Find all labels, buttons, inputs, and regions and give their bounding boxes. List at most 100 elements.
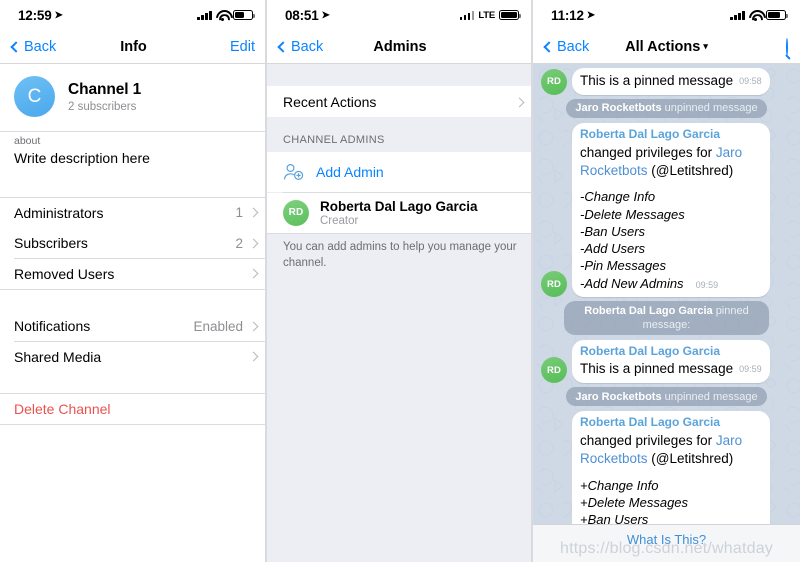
message-author: Roberta Dal Lago Garcia [580,127,721,142]
channel-subscribers: 2 subscribers [68,100,137,113]
section-header-channel-admins: CHANNEL ADMINS [283,134,385,146]
chat-body[interactable]: RD This is a pinned message 09:58 Jaro Ro… [533,64,800,562]
recent-actions-row[interactable]: Recent Actions [267,86,533,117]
service-message-row: Jaro Rocketbots unpinned message [541,98,792,119]
what-is-this-button[interactable]: What Is This? [627,532,706,547]
message-time: 09:59 [695,279,719,290]
about-section[interactable]: about Write description here [0,132,267,176]
signal-bars-icon [459,10,475,20]
avatar: RD [541,271,567,298]
privilege-prefix: changed privileges for [580,144,716,160]
service-action: unpinned message [664,102,758,115]
admin-list-item[interactable]: RD Roberta Dal Lago Garcia Creator [267,192,533,233]
service-message[interactable]: Roberta Dal Lago Garcia pinned message: [564,301,769,335]
row-label: Shared Media [14,348,102,365]
avatar: RD [541,357,567,384]
status-time: 11:12 ➤ [551,8,595,23]
chevron-down-icon: ▾ [703,40,708,51]
what-is-this-bar: What Is This? [533,524,800,562]
privilege-item: -Ban Users [580,223,646,239]
admin-name: Roberta Dal Lago Garcia [320,198,478,214]
back-label: Back [24,38,57,55]
message-text: This is a pinned message 09:58 [580,72,762,90]
privilege-item-last: -Add New Admins 09:59 [580,275,762,292]
section-gap [0,372,267,394]
message-bubble[interactable]: This is a pinned message 09:58 [572,68,770,95]
channel-name: Channel 1 [68,80,142,98]
channel-profile[interactable]: C Channel 1 2 subscribers [0,64,267,131]
privilege-handle: (@Letitshred) [647,450,734,466]
row-shared-media[interactable]: Shared Media [0,341,267,372]
signal-bars-icon [730,10,745,20]
location-arrow-icon: ➤ [586,9,595,21]
recent-actions-label: Recent Actions [283,93,377,110]
signal-bars-icon [197,10,212,20]
chat-message[interactable]: RD Roberta Dal Lago Garcia changed privi… [541,123,792,298]
privilege-item: -Change Info [580,189,656,205]
wifi-icon [216,10,229,21]
row-label: Notifications [14,318,91,335]
chevron-right-icon [248,321,259,332]
chat-message[interactable]: RD Roberta Dal Lago Garcia This is a pin… [541,339,792,384]
info-body: C Channel 1 2 subscribers about Write de… [0,64,267,562]
row-administrators[interactable]: Administrators 1 [0,197,267,228]
edit-button[interactable]: Edit [230,39,255,55]
message-time: 09:59 [739,364,762,375]
service-message-row: Jaro Rocketbots unpinned message [541,387,792,407]
chat-message[interactable]: RD This is a pinned message 09:58 [541,68,792,95]
chevron-left-icon [277,40,289,53]
row-subscribers[interactable]: Subscribers 2 [0,228,267,259]
section-gap [0,289,267,311]
row-right [243,351,259,362]
service-message[interactable]: Jaro Rocketbots unpinned message [566,387,767,407]
avatar: RD [283,199,309,226]
about-value: Write description here [14,149,150,166]
chevron-right-icon [514,97,525,107]
status-indicators [197,10,255,21]
service-message[interactable]: Jaro Rocketbots unpinned message [566,98,767,119]
privilege-prefix: changed privileges for [580,432,716,448]
add-person-icon [283,163,305,181]
search-button[interactable] [786,37,788,56]
all-actions-label: All Actions [625,38,701,55]
divider [0,423,267,425]
back-button-info[interactable]: Back [10,38,57,55]
network-type-label: LTE [478,9,495,21]
privilege-item: -Add New Admins [580,275,684,291]
admin-role: Creator [320,214,359,227]
nav-bar-admins: Back Admins [267,30,533,64]
message-time: 09:58 [739,76,762,86]
chevron-left-icon [10,40,22,53]
search-icon [786,37,788,56]
status-time: 12:59 ➤ [18,8,63,23]
back-button-admins[interactable]: Back [277,39,323,55]
delete-channel-button[interactable]: Delete Channel [0,393,267,424]
message-bubble[interactable]: Roberta Dal Lago Garcia This is a pinned… [572,339,770,384]
message-body: This is a pinned message [580,73,734,88]
chevron-right-icon [248,238,259,249]
service-action: unpinned message [664,390,758,403]
add-admin-row[interactable]: Add Admin [267,152,533,192]
row-notifications[interactable]: Notifications Enabled [0,311,267,342]
battery-icon [499,10,521,20]
three-phone-screenshots: 12:59 ➤ Back Info Edit C Channel 1 2 sub… [0,0,800,562]
status-time-label: 08:51 [285,7,319,23]
status-time-label: 11:12 [551,7,584,23]
service-actor: Jaro Rocketbots [575,102,662,115]
location-arrow-icon: ➤ [54,9,63,21]
admin-text: Roberta Dal Lago Garcia Creator [320,199,478,227]
row-label: Administrators [14,204,104,221]
back-button-chat[interactable]: Back [543,39,589,55]
privilege-item: -Delete Messages [580,206,685,222]
privilege-item: -Add Users [580,241,646,257]
battery-icon [233,10,255,20]
status-indicators: LTE [459,9,521,21]
delete-channel-label: Delete Channel [14,400,111,417]
row-right: 2 [235,236,259,251]
row-removed-users[interactable]: Removed Users [0,258,267,289]
message-bubble[interactable]: Roberta Dal Lago Garcia changed privileg… [572,123,770,298]
panel-all-actions: 11:12 ➤ Back All Actions ▾ RD This is a … [533,0,800,562]
admins-footnote: You can add admins to help you manage yo… [283,241,517,269]
message-text: changed privileges for Jaro Rocketbots (… [580,144,762,180]
